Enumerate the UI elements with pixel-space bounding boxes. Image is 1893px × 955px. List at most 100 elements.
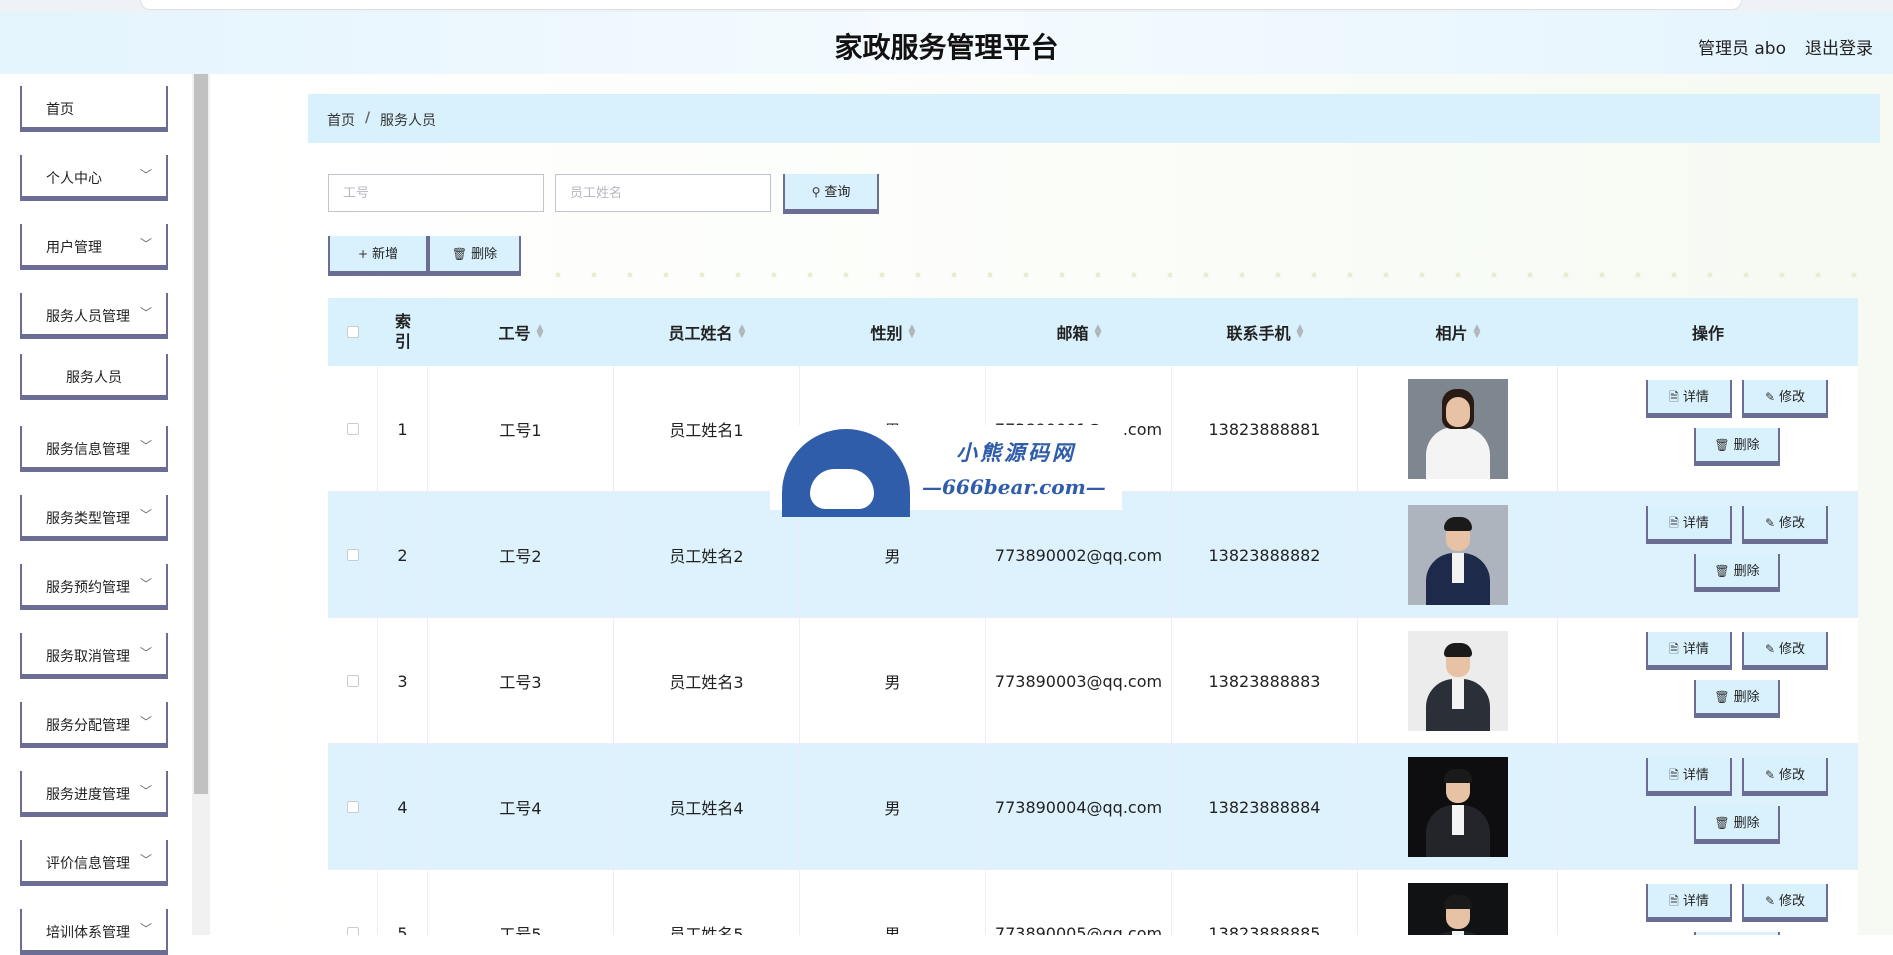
sidebar-item-user-management[interactable]: 用户管理 ﹀ [20,224,168,270]
trash-icon: 🗑 [1714,690,1730,704]
detail-button[interactable]: 🗎 详情 [1646,506,1732,544]
staff-photo[interactable] [1407,757,1508,857]
sidebar-item-personal-center[interactable]: 个人中心 ﹀ [20,155,168,201]
cell-index: 4 [378,744,428,870]
cell-phone: 13823888881 [1172,366,1358,492]
delete-button[interactable]: 🗑删除 [1694,428,1780,466]
delete-button-label: 删除 [1733,816,1760,831]
select-all-checkbox[interactable] [347,326,359,338]
cell-email: 773890003@qq.com [986,618,1172,744]
col-photo[interactable]: 相片 ▲ ▼ [1358,298,1558,366]
trash-icon: 🗑 [1714,564,1730,578]
sidebar-subitem-staff[interactable]: 服务人员 [20,354,168,400]
sidebar-item-label: 评价信息管理 [46,856,130,872]
edit-button-label: 修改 [1779,894,1806,909]
col-staff-id[interactable]: 工号 ▲ ▼ [428,298,614,366]
sidebar-item-booking[interactable]: 服务预约管理 ﹀ [20,564,168,610]
edit-button-label: 修改 [1779,768,1806,783]
address-bar[interactable] [140,0,1742,10]
watermark-title: 小熊源码网 [956,440,1076,465]
row-select-cell [328,366,378,492]
row-checkbox[interactable] [346,549,359,561]
detail-button[interactable]: 🗎 详情 [1646,380,1732,418]
sidebar-item-home[interactable]: 首页 [20,86,168,132]
col-gender[interactable]: 性别 ▲ ▼ [800,298,986,366]
sidebar-item-service-type[interactable]: 服务类型管理 ﹀ [20,495,168,541]
col-index-label: 索引 [394,312,411,351]
sidebar-item-staff-management[interactable]: 服务人员管理 ﹀ [20,293,168,339]
staff-name-search-input[interactable] [555,174,771,212]
edit-button[interactable]: ✎ 修改 [1742,506,1828,544]
sort-icon[interactable]: ▲ ▼ [909,324,916,340]
sidebar-item-training[interactable]: 培训体系管理 ﹀ [20,909,168,955]
cell-index: 3 [378,618,428,744]
breadcrumb-separator: / [365,110,371,126]
edit-button[interactable]: ✎ 修改 [1742,758,1828,796]
query-button-label: 查询 [824,185,851,200]
cell-staff-name: 员工姓名4 [614,744,800,870]
logout-link[interactable]: 退出登录 [1805,34,1873,59]
row-checkbox[interactable] [346,927,359,935]
cell-index: 5 [378,870,428,935]
delete-button[interactable]: 🗑删除 [1694,554,1780,592]
col-email-label: 邮箱 [1056,324,1089,343]
edit-button[interactable]: ✎ 修改 [1742,884,1828,922]
photo-shirt [1451,553,1464,583]
row-checkbox[interactable] [346,675,359,687]
cell-email: 773890005@qq.com [986,870,1172,935]
detail-button-label: 详情 [1682,642,1709,657]
staff-photo[interactable] [1407,631,1508,731]
staff-photo[interactable] [1407,505,1508,605]
add-button[interactable]: + 新增 [328,236,428,276]
sidebar-item-label: 服务分配管理 [46,718,130,734]
row-select-cell [328,492,378,618]
col-staff-name[interactable]: 员工姓名 ▲ ▼ [614,298,800,366]
edit-button[interactable]: ✎ 修改 [1742,632,1828,670]
sort-icon[interactable]: ▲ ▼ [739,324,746,340]
sidebar-item-progress[interactable]: 服务进度管理 ﹀ [20,771,168,817]
detail-button[interactable]: 🗎 详情 [1646,884,1732,922]
sort-icon[interactable]: ▲ ▼ [1095,324,1102,340]
bulk-delete-button[interactable]: 🗑 删除 [428,236,521,276]
breadcrumb: 首页 / 服务人员 [308,94,1880,143]
edit-button[interactable]: ✎ 修改 [1742,380,1828,418]
delete-button-label: 删除 [1733,564,1760,579]
cell-photo [1358,618,1558,744]
sidebar-scroll-thumb[interactable] [194,74,208,794]
sidebar-item-cancellation[interactable]: 服务取消管理 ﹀ [20,633,168,679]
table-row: 3 工号3 员工姓名3 男 773890003@qq.com 138238888… [328,618,1858,744]
pencil-icon: ✎ [1764,516,1776,530]
chevron-down-icon: ﹀ [139,508,152,522]
chevron-down-icon: ﹀ [139,853,152,867]
sort-icon[interactable]: ▲ ▼ [1297,324,1304,340]
sort-icon[interactable]: ▲ ▼ [1474,324,1481,340]
table-row: 4 工号4 员工姓名4 男 773890004@qq.com 138238888… [328,744,1858,870]
app-title: 家政服务管理平台 [834,31,1059,64]
bulk-delete-label: 删除 [471,247,498,262]
row-operations: 🗎详情 ✎修改 🗑删除 [1558,618,1858,744]
row-checkbox[interactable] [346,423,359,435]
cell-index: 2 [378,492,428,618]
delete-button[interactable]: 🗑删除 [1694,680,1780,718]
col-email[interactable]: 邮箱 ▲ ▼ [986,298,1172,366]
sidebar-item-assignment[interactable]: 服务分配管理 ﹀ [20,702,168,748]
sidebar-item-reviews[interactable]: 评价信息管理 ﹀ [20,840,168,886]
sidebar-item-label: 服务人员管理 [46,309,130,325]
chevron-down-icon: ﹀ [139,922,152,936]
chevron-down-icon: ﹀ [139,439,152,453]
sort-icon[interactable]: ▲ ▼ [537,324,544,340]
staff-photo[interactable] [1407,883,1508,935]
row-checkbox[interactable] [346,801,359,813]
detail-button[interactable]: 🗎 详情 [1646,758,1732,796]
trash-icon: 🗑 [451,247,468,261]
staff-id-search-input[interactable] [328,174,544,212]
col-phone[interactable]: 联系手机 ▲ ▼ [1172,298,1358,366]
sidebar-item-service-info[interactable]: 服务信息管理 ﹀ [20,426,168,472]
breadcrumb-home[interactable]: 首页 [327,110,355,130]
query-button[interactable]: ⚲ 查询 [783,174,879,214]
detail-button[interactable]: 🗎 详情 [1646,632,1732,670]
delete-button[interactable]: 🗑删除 [1694,806,1780,844]
staff-photo[interactable] [1407,379,1508,479]
chevron-down-icon: ﹀ [139,784,152,798]
photo-hair [1443,517,1472,531]
